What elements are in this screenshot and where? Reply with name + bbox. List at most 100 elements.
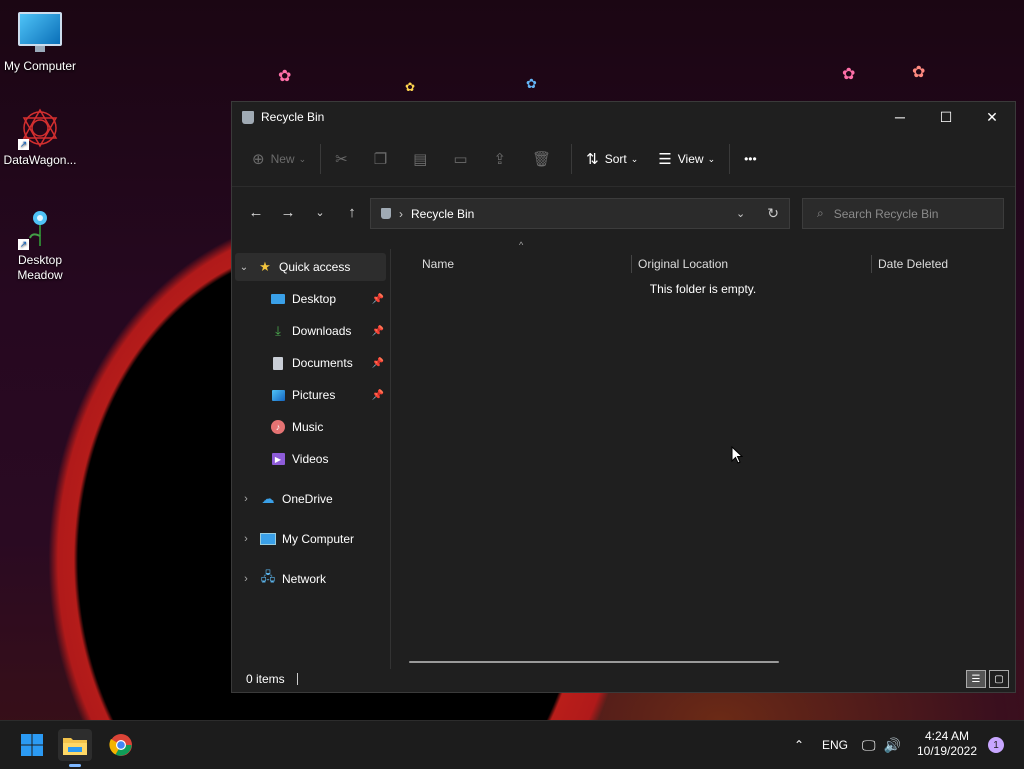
chevron-right-icon: › [244,493,248,505]
pin-icon: 📌 [371,357,384,369]
sort-button[interactable]: ⇅ Sort ⌄ [576,143,648,175]
music-icon: ♪ [270,419,286,435]
desktop-icon-my-computer[interactable]: My Computer [0,10,80,74]
scissors-icon: ✂ [335,151,348,168]
sidebar-item-quick-access[interactable]: ⌄ ★ Quick access [235,253,386,281]
notification-badge[interactable]: 1 [988,737,1004,753]
taskbar-chrome[interactable] [104,729,138,761]
column-header-name[interactable]: Name [422,249,627,279]
videos-icon: ▶ [270,451,286,467]
refresh-icon[interactable]: ↻ [767,205,779,222]
chevron-right-icon: › [244,573,248,585]
window-title: Recycle Bin [261,110,325,124]
file-list-pane[interactable]: ^ Name Original Location Date Deleted Th… [391,240,1015,669]
new-button[interactable]: ⊕ New ⌄ [242,143,316,175]
sidebar-item-label: Videos [292,452,329,466]
empty-folder-message: This folder is empty. [649,282,757,296]
close-button[interactable]: ✕ [969,102,1015,132]
back-arrow-icon[interactable]: ← [240,204,272,221]
search-box[interactable]: ⌕ Search Recycle Bin [802,198,1004,229]
sidebar-item-music[interactable]: ♪ Music [270,413,388,441]
start-button[interactable] [15,729,49,761]
show-hidden-icons-chevron-icon[interactable]: ⌃ [790,738,808,752]
mouse-cursor-icon [731,446,743,464]
title-bar[interactable]: Recycle Bin ─ ☐ ✕ [232,102,1015,132]
flower-icon: ↗ [18,206,62,250]
address-bar[interactable]: › Recycle Bin ⌄ ↻ [370,198,790,229]
delete-button[interactable]: 🗑 [522,143,567,175]
cloud-icon: ☁ [261,491,275,506]
up-arrow-icon[interactable]: ↑ [336,204,368,221]
horizontal-scrollbar[interactable] [409,661,779,663]
sidebar-item-documents[interactable]: Documents 📌 [270,349,388,377]
sidebar-item-label: Documents [292,356,353,370]
paste-button[interactable]: ▤ [403,143,443,175]
sort-icon: ⇅ [586,151,599,168]
shortcut-arrow-icon: ↗ [18,239,29,250]
tiles-view-icon[interactable]: ▢ [989,670,1009,688]
sidebar-item-label: Pictures [292,388,336,402]
desktop-icon-desktop-meadow[interactable]: ↗ Desktop Meadow [0,206,80,283]
sidebar-item-videos[interactable]: ▶ Videos [270,445,388,473]
column-divider[interactable] [871,255,872,273]
desktop-icon [270,291,286,307]
sidebar-item-desktop[interactable]: Desktop 📌 [270,285,388,313]
minimize-button[interactable]: ─ [877,102,923,132]
meadow-flower-icon: ✿ [912,64,926,81]
sidebar-item-pictures[interactable]: Pictures 📌 [270,381,388,409]
sidebar-item-label: Desktop [292,292,337,306]
clock[interactable]: 4:24 AM 10/19/2022 [912,729,982,759]
sidebar-item-network[interactable]: › 🖧 Network [238,565,388,593]
recent-locations-chevron-icon[interactable]: ⌄ [304,206,336,219]
copy-button[interactable]: ❐ [364,143,403,175]
network-icon: 🖧 [260,569,276,584]
new-label: New [270,152,295,166]
network-status-icon[interactable]: 🖵 [862,737,876,754]
pin-icon: 📌 [371,325,384,337]
toolbar-divider [571,144,573,174]
details-view-icon[interactable]: ☰ [966,670,986,688]
windows-logo-icon [21,734,43,756]
view-label: View [677,152,704,166]
copy-icon: ❐ [373,151,388,168]
rename-icon: ▭ [453,151,468,168]
desktop-icon-label: Desktop Meadow [17,253,63,282]
sidebar-item-label: My Computer [282,532,355,546]
volume-icon[interactable]: 🔊 [884,737,901,754]
share-button[interactable]: ⇪ [484,143,523,175]
forward-arrow-icon[interactable]: → [272,204,304,221]
column-header-original-location[interactable]: Original Location [638,249,868,279]
clock-date: 10/19/2022 [916,744,978,758]
desktop-icon-label: My Computer [3,59,77,73]
chevron-right-icon: › [244,533,248,545]
desktop-icon-label: DataWagon... [3,153,77,167]
more-options-button[interactable]: ••• [734,143,767,175]
sidebar-item-downloads[interactable]: ⤓ Downloads 📌 [270,317,388,345]
breadcrumb-recycle-bin[interactable]: Recycle Bin [411,207,474,221]
taskbar: ⌃ ENG 🖵 🔊 4:24 AM 10/19/2022 1 [0,720,1024,769]
meadow-flower-icon: ✿ [526,76,537,91]
toolbar-divider [320,144,322,174]
view-button[interactable]: ☰ View ⌄ [648,143,725,175]
sidebar-item-my-computer[interactable]: › My Computer [238,525,388,553]
taskbar-file-explorer[interactable] [58,729,92,767]
column-header-date-deleted[interactable]: Date Deleted [878,249,1008,279]
meadow-flower-icon: ✿ [842,66,856,83]
maximize-button[interactable]: ☐ [923,102,969,132]
column-divider[interactable] [631,255,632,273]
toolbar-divider [729,144,731,174]
sidebar-item-label: OneDrive [282,492,333,506]
chevron-down-icon: ⌄ [298,153,307,164]
address-dropdown-chevron-icon[interactable]: ⌄ [736,207,745,220]
language-indicator[interactable]: ENG [822,738,848,752]
file-explorer-window[interactable]: Recycle Bin ─ ☐ ✕ ⊕ New ⌄ ✂ ❐ ▤ ▭ ⇪ 🗑 ⇅ … [231,101,1016,693]
sidebar-item-label: Network [282,572,327,586]
computer-icon [18,12,62,56]
shortcut-arrow-icon: ↗ [18,139,29,150]
sort-label: Sort [604,152,627,166]
sidebar-item-onedrive[interactable]: › ☁ OneDrive [238,485,388,513]
rename-button[interactable]: ▭ [443,143,483,175]
desktop-icon-datawagon[interactable]: ↗ DataWagon... [0,106,80,168]
recycle-bin-icon [381,208,391,219]
cut-button[interactable]: ✂ [325,143,364,175]
